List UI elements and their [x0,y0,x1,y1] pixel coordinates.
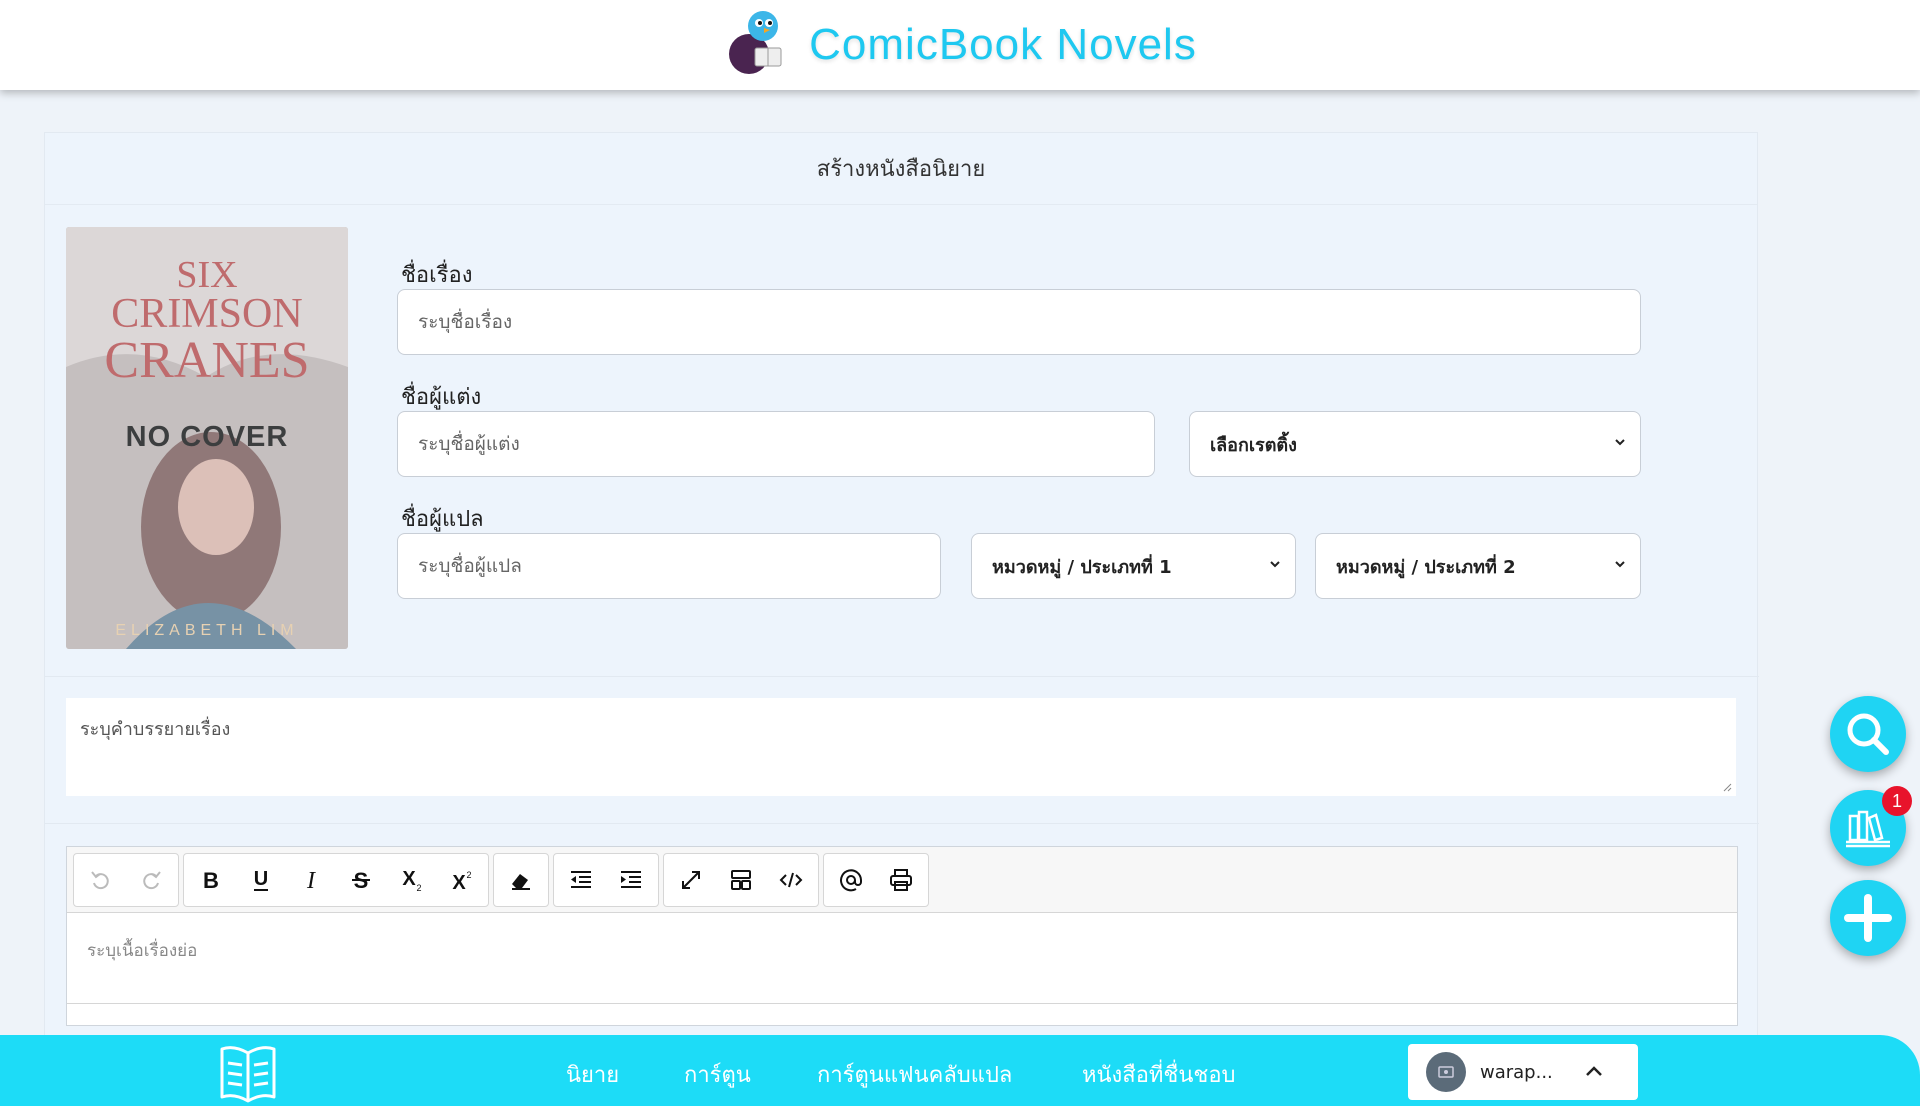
code-icon [779,872,803,887]
history-group [73,852,179,907]
synopsis-placeholder: ระบุเนื้อเรื่องย่อ [87,941,198,961]
search-fab[interactable] [1830,696,1906,772]
avatar-placeholder-icon [1438,1066,1454,1078]
template-button[interactable] [716,854,766,906]
italic-button[interactable]: I [286,854,336,906]
nav-novel[interactable]: นิยาย [566,1057,619,1092]
translator-input[interactable] [397,533,941,599]
rating-select-value: เลือกเรตติ้ง [1210,434,1297,456]
svg-text:2: 2 [466,870,471,880]
add-fab[interactable] [1830,880,1906,956]
svg-text:ELIZABETH LIM: ELIZABETH LIM [115,622,298,639]
code-view-button[interactable] [766,854,816,906]
print-icon [890,868,912,891]
synopsis-editor-area[interactable]: ระบุเนื้อเรื่องย่อ [67,913,1737,1003]
chevron-down-icon [1615,561,1625,568]
strikethrough-icon: S [352,868,370,893]
subscript-button[interactable]: X2 [386,854,436,906]
svg-text:SIX: SIX [176,254,237,296]
svg-text:2: 2 [416,883,421,893]
description-textarea[interactable]: ระบุคำบรรยายเรื่อง [66,698,1736,796]
divider [45,823,1759,824]
indent-button[interactable] [606,854,656,906]
rich-text-editor: B U I S X2 X2 ระบุเนื้อเรื่องย่อ [66,846,1738,1026]
underline-button[interactable]: U [236,854,286,906]
category1-value: หมวดหมู่ / ประเภทที่ 1 [992,556,1172,578]
translator-label: ชื่อผู้แปล [401,507,484,532]
chevron-down-icon [1615,439,1625,446]
editor-statusbar [67,1003,1737,1025]
svg-text:CRANES: CRANES [104,332,309,389]
description-placeholder: ระบุคำบรรยายเรื่อง [80,719,231,740]
brand-name: ComicBook Novels [809,20,1197,69]
library-badge: 1 [1882,786,1912,816]
print-button[interactable] [876,854,926,906]
redo-button[interactable] [126,854,176,906]
editor-toolbar: B U I S X2 X2 [67,847,1737,913]
rating-select[interactable]: เลือกเรตติ้ง [1189,411,1641,477]
bottom-nav: นิยาย การ์ตูน การ์ตูนแฟนคลับแปล หนังสือท… [0,1035,1920,1106]
underline-icon: U [254,868,268,891]
italic-icon: I [306,868,316,893]
bold-button[interactable]: B [186,854,236,906]
user-menu[interactable]: warap... [1408,1044,1638,1100]
bird-reading-logo-icon [729,11,782,74]
plus-icon [1844,894,1892,942]
author-input[interactable] [397,411,1155,477]
category1-select[interactable]: หมวดหมู่ / ประเภทที่ 1 [971,533,1296,599]
story-name-label: ชื่อเรื่อง [401,263,473,288]
page-title: สร้างหนังสือนิยาย [45,133,1757,205]
svg-text:X: X [402,868,416,890]
redo-icon [143,870,161,889]
outdent-icon [571,870,591,888]
nav-comic[interactable]: การ์ตูน [684,1057,751,1092]
outdent-button[interactable] [556,854,606,906]
format-group: B U I S X2 X2 [183,852,489,907]
indent-icon [621,870,641,888]
superscript-button[interactable]: X2 [436,854,486,906]
strikethrough-button[interactable]: S [336,854,386,906]
divider [45,676,1759,677]
avatar [1426,1052,1466,1092]
svg-text:I: I [306,868,316,893]
mention-button[interactable] [826,854,876,906]
library-fab[interactable]: 1 [1830,786,1912,866]
eraser-icon [512,873,530,890]
resize-handle-icon[interactable] [1722,782,1732,792]
fullscreen-button[interactable] [666,854,716,906]
view-group [663,852,819,907]
brand[interactable]: ComicBook Novels [723,0,1197,90]
category2-select[interactable]: หมวดหมู่ / ประเภทที่ 2 [1315,533,1641,599]
fullscreen-icon [682,870,700,889]
indent-group [553,852,659,907]
top-header: ComicBook Novels [0,0,1920,90]
category2-value: หมวดหมู่ / ประเภทที่ 2 [1336,556,1516,578]
search-icon [1847,713,1889,755]
clear-format-button[interactable] [496,854,546,906]
user-name: warap... [1480,1061,1553,1083]
template-icon [731,869,751,890]
misc-group [823,852,929,907]
clear-group [493,852,549,907]
story-name-input[interactable] [397,289,1641,355]
mention-icon [840,868,862,891]
open-book-icon[interactable] [214,1039,282,1105]
svg-text:B: B [203,868,219,893]
undo-icon [91,870,109,889]
nav-fan-translated[interactable]: การ์ตูนแฟนคลับแปล [817,1057,1012,1092]
no-cover-label: NO COVER [125,421,289,453]
svg-text:X: X [452,872,466,893]
subscript-icon: X2 [402,868,421,893]
chevron-up-icon[interactable] [1584,1062,1604,1082]
svg-text:CRIMSON: CRIMSON [111,291,302,337]
create-novel-card: สร้างหนังสือนิยาย SIX CRIMSON CRANES ELI… [44,132,1759,1052]
bold-icon: B [203,868,219,893]
author-label: ชื่อผู้แต่ง [401,385,482,410]
superscript-icon: X2 [452,870,471,893]
nav-favorites[interactable]: หนังสือที่ชื่นชอบ [1082,1057,1236,1092]
undo-button[interactable] [76,854,126,906]
chevron-down-icon [1270,561,1280,568]
cover-image[interactable]: SIX CRIMSON CRANES ELIZABETH LIM NO COVE… [66,227,348,649]
svg-text:U: U [254,868,268,890]
